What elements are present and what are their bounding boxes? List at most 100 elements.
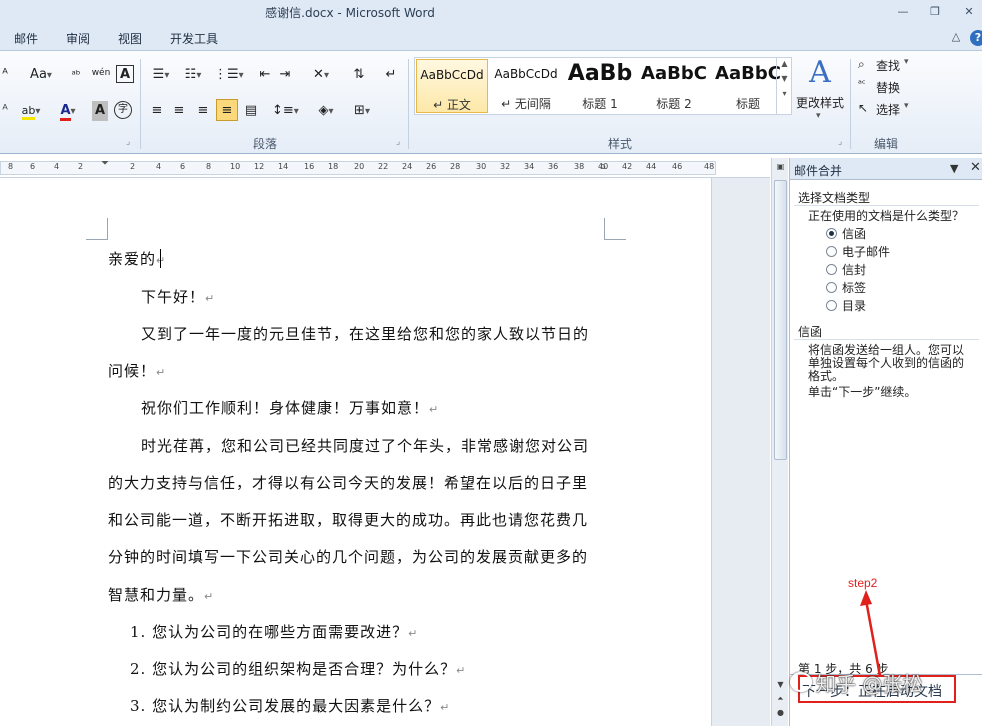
replace-icon[interactable]: ᵃᶜ (858, 79, 866, 90)
horizontal-ruler[interactable]: 8 6 4 2 2 4 6 8 10 12 14 16 18 20 22 24 26 28 30 32 34 36 38 40… (0, 158, 770, 178)
sort-icon[interactable]: ⇅ (348, 65, 370, 85)
character-border-icon[interactable]: A (116, 65, 134, 83)
select-icon[interactable]: ↖ (858, 101, 868, 115)
align-left-icon[interactable]: ≡ (148, 101, 166, 121)
document-area[interactable]: 亲爱的↵ 下午好！↵ 又到了一年一度的元旦佳节，在这里给您和您的家人致以节日的问候！… (0, 178, 770, 726)
radio-label[interactable]: 电子邮件 (842, 243, 890, 260)
decrease-indent-icon[interactable]: ⇤ (256, 65, 274, 85)
tab-mailings[interactable]: 邮件 (14, 30, 38, 47)
document-line[interactable]: 2. 您认为公司的组织架构是否合理？为什么？↵ (130, 658, 466, 679)
clear-format-icon[interactable]: ᵃᵇ (66, 65, 86, 85)
radio-labels[interactable] (826, 282, 837, 293)
radio-label[interactable]: 信函 (842, 225, 866, 242)
align-right-icon[interactable]: ≡ (194, 101, 212, 121)
styles-more-icon[interactable]: ▾ (777, 89, 792, 98)
distributed-icon[interactable]: ▤ (242, 101, 260, 121)
styles-scroll-down-icon[interactable]: ▼ (777, 74, 792, 83)
font-color-icon[interactable]: A▾ (56, 101, 80, 121)
document-line[interactable]: 的大力支持与信任，才得以有公司今天的发展！希望在以后的日子里 (108, 472, 588, 493)
bullets-icon[interactable]: ☰▾ (148, 65, 174, 85)
font-dialog-launcher-icon[interactable]: ⌟ (126, 137, 130, 147)
minimize-button[interactable]: — (894, 4, 912, 20)
scroll-thumb[interactable] (774, 180, 787, 460)
document-line[interactable]: 智慧和力量。↵ (108, 584, 214, 605)
find-button[interactable]: 查找 (876, 57, 900, 74)
style-name: 标题 1 (582, 97, 618, 111)
tab-developer[interactable]: 开发工具 (170, 30, 218, 47)
font-size-grow-icon[interactable]: ᴬ (0, 65, 10, 85)
document-line[interactable]: 下午好！↵ (141, 286, 215, 307)
multilevel-list-icon[interactable]: ⋮☰▾ (214, 65, 244, 85)
increase-indent-icon[interactable]: ⇥ (276, 65, 294, 85)
justify-icon[interactable]: ≡ (216, 99, 238, 121)
radio-email[interactable] (826, 246, 837, 257)
text-effect-icon[interactable]: ᴬ (0, 101, 10, 121)
paragraph-dialog-launcher-icon[interactable]: ⌟ (396, 137, 400, 147)
select-button[interactable]: 选择 (876, 101, 900, 118)
chinese-layout-icon[interactable]: ✕▾ (308, 65, 334, 85)
highlight-color-icon[interactable]: ab▾ (18, 101, 44, 121)
select-dropdown-icon[interactable]: ▾ (904, 101, 909, 111)
tab-view[interactable]: 视图 (118, 30, 142, 47)
style-no-spacing[interactable]: AaBbCcDd ↵ 无间隔 (490, 59, 562, 113)
document-line[interactable]: 和公司能一道，不断开拓进取，取得更大的成功。再此也请您花费几 (108, 509, 588, 530)
borders-icon[interactable]: ⊞▾ (348, 101, 376, 121)
indent-marker-icon[interactable]: ⏷ (101, 158, 109, 169)
align-center-icon[interactable]: ≡ (170, 101, 188, 121)
radio-envelopes[interactable] (826, 264, 837, 275)
radio-letters[interactable] (826, 228, 837, 239)
ruler-toggle-icon[interactable]: ▣ (774, 160, 787, 174)
change-styles-dropdown-icon[interactable]: ▾ (816, 111, 821, 121)
find-icon[interactable]: ⌕ (858, 57, 865, 72)
styles-scroll[interactable]: ▲ ▼ ▾ (776, 57, 792, 115)
radio-label[interactable]: 标签 (842, 279, 866, 296)
style-title[interactable]: AaBbC 标题 (712, 59, 784, 113)
scroll-down-icon[interactable]: ▼ (774, 678, 787, 692)
paragraph-mark-icon: ↵ (156, 366, 167, 379)
show-marks-icon[interactable]: ↵ (382, 65, 400, 85)
styles-scroll-up-icon[interactable]: ▲ (777, 59, 792, 68)
numbering-icon[interactable]: ☷▾ (180, 65, 206, 85)
style-name: 标题 (735, 97, 760, 111)
paragraph-mark-icon: ↵ (204, 590, 215, 603)
vertical-scrollbar[interactable]: ▣ ▼ ⏶ ● (771, 158, 788, 726)
tab-review[interactable]: 审阅 (66, 30, 90, 47)
style-normal[interactable]: AaBbCcDd ↵ 正文 (416, 59, 488, 113)
browse-object-icon[interactable]: ● (774, 706, 787, 720)
change-styles-button[interactable]: 更改样式 (796, 94, 844, 111)
document-line[interactable]: 祝你们工作顺利！身体健康！万事如意！↵ (141, 397, 439, 418)
document-line[interactable]: 问候！↵ (108, 360, 166, 381)
close-window-button[interactable]: ✕ (960, 4, 978, 20)
previous-page-icon[interactable]: ⏶ (774, 692, 787, 706)
radio-directory[interactable] (826, 300, 837, 311)
document-line[interactable]: 1. 您认为公司的在哪些方面需要改进？↵ (130, 621, 418, 642)
style-heading-1[interactable]: AaBb 标题 1 (564, 59, 636, 113)
document-line[interactable]: 亲爱的↵ (108, 248, 166, 269)
find-dropdown-icon[interactable]: ▾ (904, 57, 909, 67)
styles-dialog-launcher-icon[interactable]: ⌟ (838, 137, 842, 147)
style-heading-2[interactable]: AaBbC 标题 2 (638, 59, 710, 113)
radio-label[interactable]: 目录 (842, 297, 866, 314)
shading-icon[interactable]: ◈▾ (312, 101, 340, 121)
character-shading-icon[interactable]: A (92, 101, 108, 121)
pane-close-icon[interactable]: ✕ (970, 160, 981, 175)
document-line[interactable]: 分钟的时间填写一下公司关心的几个问题，为公司的发展贡献更多的 (108, 546, 588, 567)
right-indent-marker-icon[interactable]: ⌂ (600, 162, 606, 172)
line-spacing-icon[interactable]: ↕≡▾ (272, 101, 299, 121)
document-line[interactable]: 时光荏苒，您和公司已经共同度过了个年头，非常感谢您对公司 (141, 435, 589, 456)
change-case-icon[interactable]: Aa▾ (28, 65, 54, 85)
document-line[interactable]: 3. 您认为制约公司发展的最大因素是什么？↵ (130, 695, 450, 716)
radio-label[interactable]: 信封 (842, 261, 866, 278)
replace-button[interactable]: 替换 (876, 79, 900, 96)
change-styles-icon[interactable]: A (800, 55, 840, 91)
document-page[interactable]: 亲爱的↵ 下午好！↵ 又到了一年一度的元旦佳节，在这里给您和您的家人致以节日的问候！… (0, 178, 712, 726)
restore-button[interactable]: ❐ (926, 4, 944, 20)
paragraph-mark-icon: ↵ (408, 627, 419, 640)
collapse-ribbon-icon[interactable]: △ (948, 30, 964, 43)
help-icon[interactable]: ? (970, 30, 982, 46)
enclose-characters-icon[interactable]: 字 (114, 101, 132, 119)
phonetic-guide-icon[interactable]: wén (90, 63, 112, 83)
pane-header: 邮件合并 ▼ ✕ (790, 158, 982, 180)
pane-options-icon[interactable]: ▼ (950, 162, 958, 175)
document-line[interactable]: 又到了一年一度的元旦佳节，在这里给您和您的家人致以节日的 (141, 323, 589, 344)
